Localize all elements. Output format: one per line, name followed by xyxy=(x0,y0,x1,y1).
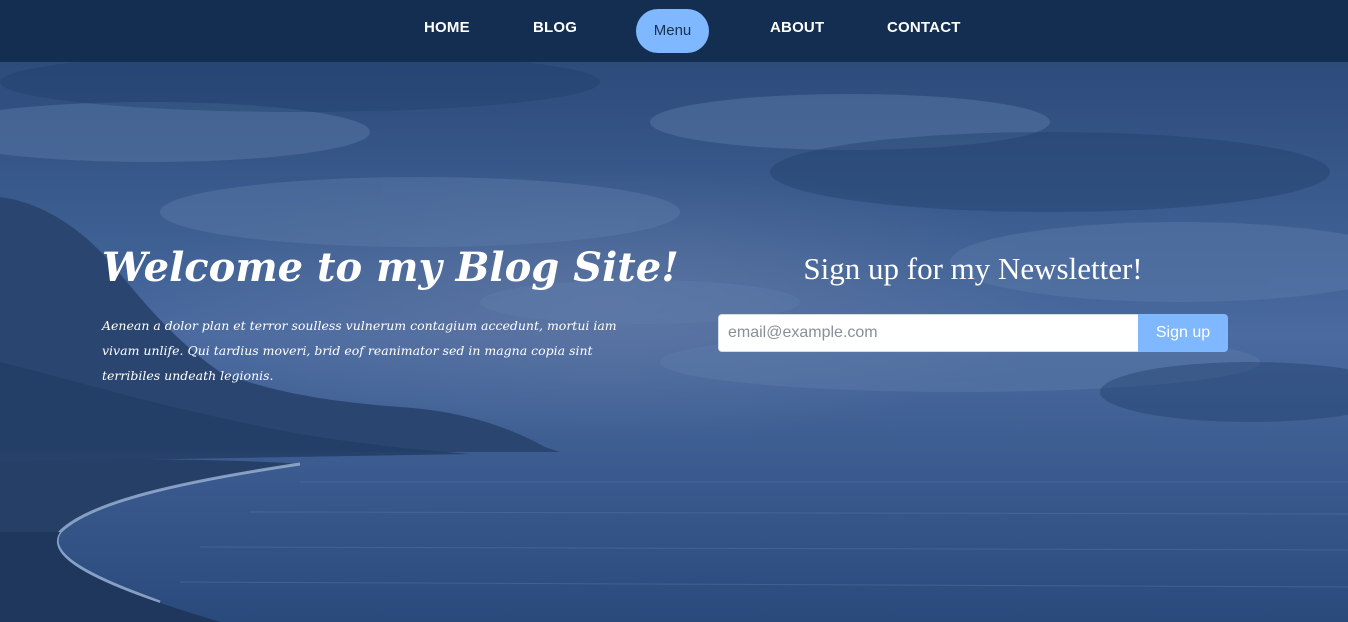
page: HOME BLOG Menu ABOUT CONTACT Welcome to … xyxy=(0,0,1348,622)
welcome-paragraph: Aenean a dolor plan et terror soulless v… xyxy=(102,318,617,383)
nav-about-link[interactable]: ABOUT xyxy=(770,19,824,36)
top-navbar: HOME BLOG Menu ABOUT CONTACT xyxy=(0,0,1348,62)
email-input[interactable] xyxy=(718,314,1139,352)
nav-contact-link[interactable]: CONTACT xyxy=(887,19,961,36)
signup-button[interactable]: Sign up xyxy=(1138,314,1228,352)
nav-menu-button[interactable]: Menu xyxy=(636,9,709,53)
nav-blog-link[interactable]: BLOG xyxy=(533,19,577,36)
nav-home-link[interactable]: HOME xyxy=(424,19,470,36)
welcome-title: Welcome to my Blog Site! xyxy=(102,244,679,291)
newsletter-heading: Sign up for my Newsletter! xyxy=(803,251,1143,286)
